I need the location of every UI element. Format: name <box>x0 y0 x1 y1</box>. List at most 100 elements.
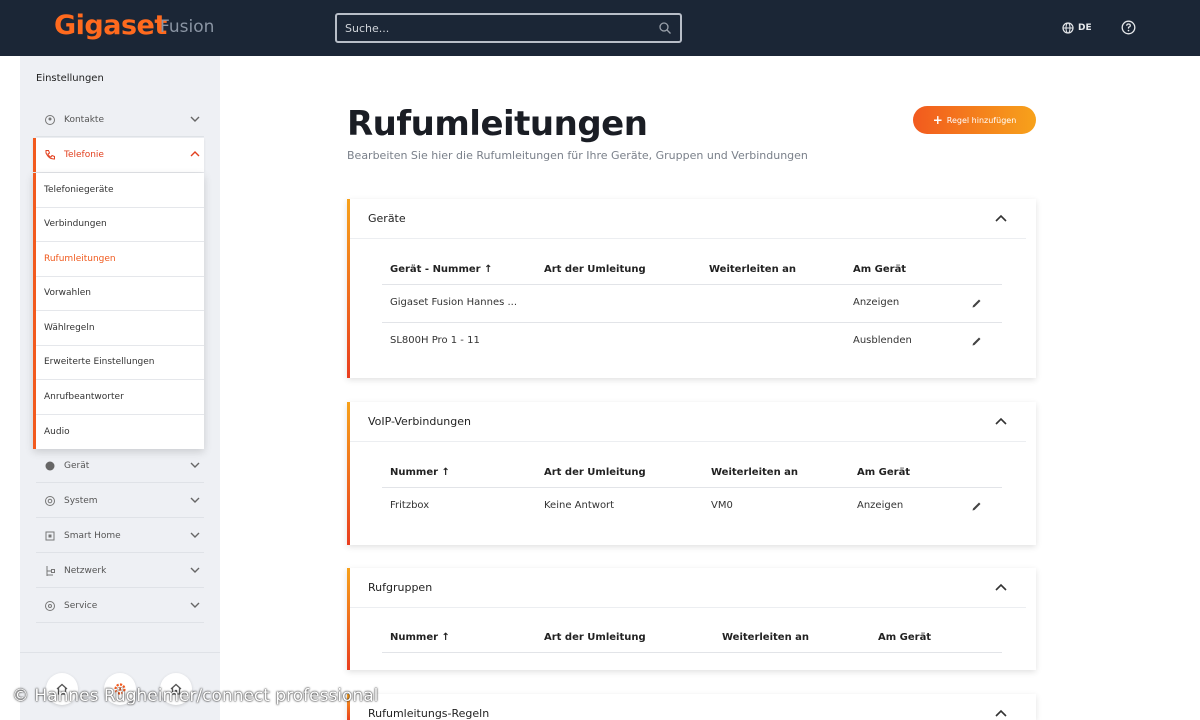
system-icon <box>45 495 55 506</box>
chevron-up-icon <box>190 151 200 157</box>
table-cell: Gigaset Fusion Hannes ... <box>390 297 518 308</box>
sidebar-item-label: Gerät <box>64 460 90 471</box>
column-header-sortable[interactable]: Nummer ↑ <box>390 632 450 643</box>
section-rufgruppen: Rufgruppen Nummer ↑ Art der Umleitung We… <box>347 568 1036 670</box>
page-title: Rufumleitungen <box>347 104 648 144</box>
help-icon[interactable] <box>1121 20 1136 35</box>
page-subtitle: Bearbeiten Sie hier die Rufumleitungen f… <box>347 149 808 162</box>
sidebar-item-label: Smart Home <box>64 530 121 541</box>
plus-icon: + <box>932 113 943 127</box>
column-header: Am Gerät <box>878 632 932 643</box>
top-bar: Gigaset Fusion DE <box>0 0 1200 56</box>
section-rufumleitungs-regeln: Rufumleitungs-Regeln <box>347 694 1036 720</box>
section-header[interactable]: Rufumleitungs-Regeln <box>350 694 1026 720</box>
table-cell: Anzeigen <box>857 500 904 511</box>
sidebar-item-system[interactable]: System <box>36 484 204 518</box>
sidebar-title: Einstellungen <box>36 73 104 84</box>
photo-credit: © Hannes Rügheimer/connect professional <box>12 686 379 706</box>
contacts-icon <box>45 114 55 125</box>
table-header: Gerät - Nummer ↑ Art der Umleitung Weite… <box>382 255 1002 285</box>
table-header: Nummer ↑ Art der Umleitung Weiterleiten … <box>382 458 1002 488</box>
sidebar-item-telefonie[interactable]: Telefonie <box>33 138 204 172</box>
section-geraete: Geräte Gerät - Nummer ↑ Art der Umleitun… <box>347 199 1036 378</box>
globe-icon <box>1062 22 1074 34</box>
telefonie-submenu: Telefoniegeräte Verbindungen Rufumleitun… <box>33 173 204 449</box>
section-header[interactable]: VoIP-Verbindungen <box>350 402 1026 442</box>
submenu-item-verbindungen[interactable]: Verbindungen <box>36 208 204 242</box>
device-icon <box>45 461 55 470</box>
table-cell: Ausblenden <box>853 335 912 346</box>
column-header: Weiterleiten an <box>709 264 797 275</box>
product-name: Fusion <box>160 17 215 37</box>
chevron-up-icon[interactable] <box>995 213 1007 223</box>
sidebar-item-smart-home[interactable]: Smart Home <box>36 519 204 553</box>
section-title: Geräte <box>368 212 406 225</box>
sidebar-item-label: Kontakte <box>64 114 104 125</box>
submenu-item-waehlregeln[interactable]: Wählregeln <box>36 311 204 346</box>
edit-icon[interactable] <box>971 336 982 347</box>
chevron-up-icon[interactable] <box>995 708 1007 718</box>
service-icon <box>45 600 55 611</box>
brand-logo[interactable]: Gigaset <box>54 10 167 41</box>
search-icon[interactable] <box>658 21 672 35</box>
table-row[interactable]: SL800H Pro 1 - 11 Ausblenden <box>382 323 1002 361</box>
submenu-item-erweiterte-einstellungen[interactable]: Erweiterte Einstellungen <box>36 346 204 380</box>
add-rule-label: Regel hinzufügen <box>946 115 1017 125</box>
column-header-sortable[interactable]: Nummer ↑ <box>390 467 450 478</box>
chevron-down-icon <box>190 462 200 468</box>
chevron-down-icon <box>190 567 200 573</box>
submenu-item-rufumleitungen[interactable]: Rufumleitungen <box>36 242 204 277</box>
table-cell: Keine Antwort <box>544 500 615 511</box>
submenu-item-audio[interactable]: Audio <box>36 415 204 450</box>
column-header: Weiterleiten an <box>722 632 810 643</box>
edit-icon[interactable] <box>971 298 982 309</box>
section-title: VoIP-Verbindungen <box>368 415 471 428</box>
table-row[interactable]: Fritzbox Keine Antwort VM0 Anzeigen <box>382 488 1002 526</box>
sort-ascending-icon: ↑ <box>441 467 450 478</box>
sidebar-item-label: Netzwerk <box>64 565 107 576</box>
table-row[interactable]: Gigaset Fusion Hannes ... Anzeigen <box>382 285 1002 323</box>
table-cell: SL800H Pro 1 - 11 <box>390 335 480 346</box>
sort-ascending-icon: ↑ <box>441 632 450 643</box>
smart-home-icon <box>45 531 55 540</box>
column-header: Am Gerät <box>857 467 911 478</box>
language-switcher[interactable]: DE <box>1062 20 1092 36</box>
column-header-sortable[interactable]: Gerät - Nummer ↑ <box>390 264 492 275</box>
chevron-up-icon[interactable] <box>995 416 1007 426</box>
sidebar-item-label: Telefonie <box>64 150 104 160</box>
section-voip-verbindungen: VoIP-Verbindungen Nummer ↑ Art der Umlei… <box>347 402 1036 545</box>
network-icon <box>46 565 55 576</box>
sidebar: Einstellungen Kontakte Telefonie Telefon… <box>20 56 220 720</box>
submenu-item-vorwahlen[interactable]: Vorwahlen <box>36 277 204 311</box>
sidebar-item-label: Service <box>64 600 98 611</box>
table-cell: Fritzbox <box>390 500 430 511</box>
submenu-item-telefoniegeraete[interactable]: Telefoniegeräte <box>36 173 204 208</box>
chevron-down-icon <box>190 116 200 122</box>
search-input[interactable] <box>345 20 645 36</box>
edit-icon[interactable] <box>971 501 982 512</box>
add-rule-button[interactable]: + Regel hinzufügen <box>913 106 1036 134</box>
table-cell: Anzeigen <box>853 297 900 308</box>
column-header: Art der Umleitung <box>544 632 646 643</box>
section-title: Rufgruppen <box>368 581 433 594</box>
chevron-down-icon <box>190 497 200 503</box>
column-header: Weiterleiten an <box>711 467 799 478</box>
sidebar-item-service[interactable]: Service <box>36 589 204 623</box>
search-box[interactable] <box>335 13 682 43</box>
sidebar-item-kontakte[interactable]: Kontakte <box>36 103 204 137</box>
column-header: Am Gerät <box>853 264 907 275</box>
sidebar-item-geraet[interactable]: Gerät <box>36 449 204 483</box>
submenu-item-anrufbeantworter[interactable]: Anrufbeantworter <box>36 380 204 415</box>
sort-ascending-icon: ↑ <box>484 264 493 275</box>
chevron-up-icon[interactable] <box>995 582 1007 592</box>
table-cell: VM0 <box>711 500 733 511</box>
sidebar-item-netzwerk[interactable]: Netzwerk <box>36 554 204 588</box>
section-title: Rufumleitungs-Regeln <box>368 707 490 720</box>
table-header: Nummer ↑ Art der Umleitung Weiterleiten … <box>382 623 1002 653</box>
section-header[interactable]: Geräte <box>350 199 1026 239</box>
language-label: DE <box>1078 23 1092 33</box>
sidebar-item-label: System <box>64 495 98 506</box>
section-header[interactable]: Rufgruppen <box>350 568 1026 608</box>
chevron-down-icon <box>190 532 200 538</box>
chevron-down-icon <box>190 602 200 608</box>
